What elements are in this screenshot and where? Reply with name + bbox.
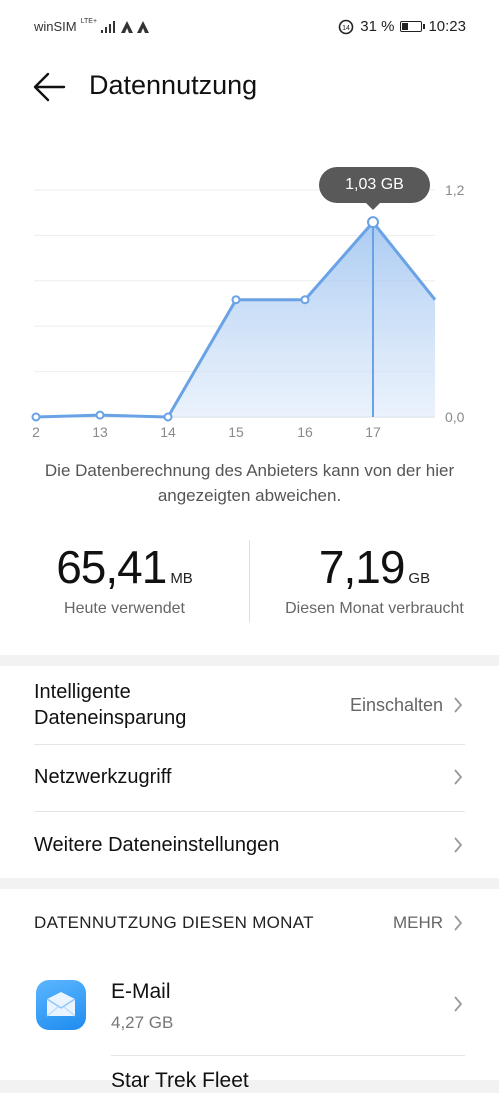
y-tick-label: 1,2 bbox=[445, 182, 465, 198]
app-notification-icon bbox=[121, 20, 134, 33]
chevron-right-icon bbox=[454, 769, 463, 785]
data-point[interactable] bbox=[367, 216, 379, 229]
more-data-settings-label: Weitere Dateneinstellungen bbox=[34, 834, 280, 856]
smart-data-saver-label: Intelligente Dateneinsparung bbox=[34, 679, 186, 731]
chevron-right-icon bbox=[454, 996, 463, 1012]
usage-area bbox=[36, 222, 435, 417]
app-name: E-Mail bbox=[111, 980, 171, 1003]
today-usage-unit: MB bbox=[170, 570, 193, 587]
network-access-row[interactable]: Netzwerkzugriff bbox=[0, 745, 499, 811]
data-point[interactable] bbox=[231, 295, 241, 305]
data-point[interactable] bbox=[300, 295, 310, 305]
smart-data-saver-label-line1: Intelligente bbox=[34, 681, 131, 703]
data-point[interactable] bbox=[95, 410, 105, 420]
mail-app-icon bbox=[36, 980, 86, 1030]
data-point[interactable] bbox=[163, 412, 173, 422]
monthly-usage-card: DATENNUTZUNG DIESEN MONAT MEHR E-Mail 4,… bbox=[0, 889, 499, 1092]
network-access-label: Netzwerkzugriff bbox=[34, 766, 172, 788]
month-usage-value: 7,19 bbox=[318, 541, 406, 593]
x-tick-label: 13 bbox=[92, 424, 108, 440]
page-title: Datennutzung bbox=[89, 70, 258, 100]
chevron-right-icon[interactable] bbox=[453, 915, 463, 931]
signal-icon bbox=[101, 20, 116, 33]
svg-text:14: 14 bbox=[342, 25, 350, 32]
status-bar: winSIM LTE+ 14 31 % 10:23 bbox=[0, 0, 499, 56]
x-tick-label: 15 bbox=[228, 424, 244, 440]
month-usage-unit: GB bbox=[408, 570, 431, 587]
arrow-left-icon bbox=[33, 72, 66, 102]
chart-tooltip: 1,03 GB bbox=[319, 167, 430, 210]
usage-overview-card: winSIM LTE+ 14 31 % 10:23 Datennutzung 2… bbox=[0, 0, 499, 655]
data-saver-icon: 14 bbox=[338, 19, 354, 34]
envelope-icon bbox=[46, 992, 76, 1017]
network-type: LTE+ bbox=[80, 18, 98, 25]
y-tick-label: 0,0 bbox=[445, 409, 465, 425]
x-tick-label: 16 bbox=[297, 424, 313, 440]
battery-percent: 31 % bbox=[360, 18, 395, 35]
carrier-name: winSIM bbox=[34, 19, 77, 34]
data-point[interactable] bbox=[31, 412, 41, 422]
status-left: winSIM LTE+ bbox=[34, 18, 150, 34]
more-data-settings-row[interactable]: Weitere Dateneinstellungen bbox=[0, 812, 499, 878]
smart-data-saver-row[interactable]: Intelligente Dateneinsparung Einschalten bbox=[0, 666, 499, 744]
provider-disclaimer: Die Datenberechnung des Anbieters kann v… bbox=[44, 461, 455, 505]
app-notification-icon bbox=[137, 20, 150, 33]
x-tick-label: 14 bbox=[160, 424, 176, 440]
usage-chart[interactable]: 2 13 14 15 16 17 1,2 0,0 bbox=[0, 160, 499, 450]
x-tick-label: 2 bbox=[32, 424, 40, 440]
today-usage-stat: 65,41 MB Heute verwendet bbox=[0, 540, 249, 618]
back-button[interactable] bbox=[30, 68, 70, 106]
month-usage-label: Diesen Monat verbraucht bbox=[285, 600, 464, 617]
section-title: DATENNUTZUNG DIESEN MONAT bbox=[34, 913, 314, 932]
battery-icon bbox=[400, 21, 426, 32]
today-usage-value: 65,41 bbox=[56, 541, 167, 593]
more-link[interactable]: MEHR bbox=[393, 913, 443, 933]
app-usage-amount: 4,27 GB bbox=[111, 1013, 174, 1032]
today-usage-label: Heute verwendet bbox=[64, 600, 185, 617]
smart-data-saver-label-line2: Dateneinsparung bbox=[34, 707, 187, 729]
settings-card: Intelligente Dateneinsparung Einschalten… bbox=[0, 666, 499, 878]
month-usage-stat: 7,19 GB Diesen Monat verbraucht bbox=[250, 540, 499, 618]
chevron-right-icon bbox=[454, 837, 463, 853]
x-tick-label: 17 bbox=[365, 424, 381, 440]
clock: 10:23 bbox=[428, 18, 466, 35]
smart-data-saver-value: Einschalten bbox=[349, 695, 443, 715]
app-name[interactable]: Star Trek Fleet bbox=[111, 1069, 249, 1093]
divider bbox=[111, 1055, 465, 1056]
app-usage-row[interactable]: E-Mail 4,27 GB bbox=[0, 961, 499, 1055]
chevron-right-icon bbox=[454, 697, 463, 713]
status-right: 14 31 % 10:23 bbox=[338, 18, 466, 35]
